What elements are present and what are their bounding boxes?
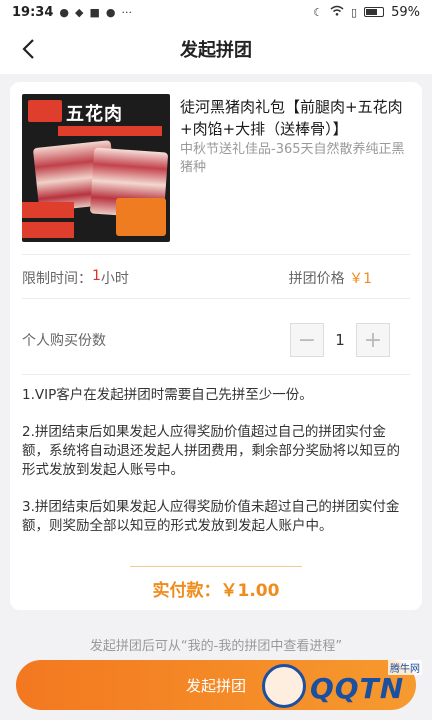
brand-logo xyxy=(28,100,62,122)
quantity-value[interactable]: 1 xyxy=(324,331,356,349)
rule-item: 3.拼团结束后如果发起人应得奖励价值未超过自己的拼团实付金额，则奖励全部以知豆的… xyxy=(22,499,400,534)
price-label: 拼团价格 xyxy=(288,271,345,287)
limit-value: 1 xyxy=(92,268,101,284)
limit-row: 限制时间： 1 小时 拼团价格 ￥1 xyxy=(22,268,410,288)
product-name: 徒河黑猪肉礼包【前腿肉+五花肉+肉馅+大排（送棒骨）】 xyxy=(180,98,403,138)
rule-item: 2.拼团结束后如果发起人应得奖励价值超过自己的拼团实付金额，系统将自动退还发起人… xyxy=(22,424,400,478)
battery-percent: 59% xyxy=(391,4,420,20)
divider xyxy=(22,374,410,375)
notification-icon: ● xyxy=(59,5,69,19)
product-subtitle: 中秋节送礼佳品-365天自然散养纯正黑猪种 xyxy=(180,142,405,175)
limit-unit: 小时 xyxy=(100,271,129,287)
limit-label: 限制时间： xyxy=(22,271,92,287)
image-tag-factory xyxy=(22,202,74,218)
order-card: 五花肉 徒河黑猪肉礼包【前腿肉+五花肉+肉馅+大排（送棒骨）】 中秋节送礼佳品-… xyxy=(10,82,422,610)
watermark-sub: 腾牛网 xyxy=(388,660,422,675)
app-icon: ■ xyxy=(89,5,100,19)
product-image-title: 五花肉 xyxy=(66,104,123,125)
divider xyxy=(22,298,410,299)
watermark-emblem xyxy=(262,664,306,708)
product-info: 徒河黑猪肉礼包【前腿肉+五花肉+肉馅+大排（送棒骨）】 中秋节送礼佳品-365天… xyxy=(170,94,410,249)
back-button[interactable] xyxy=(14,35,42,63)
wechat-icon: ● xyxy=(105,5,116,19)
sim-icon: ▯ xyxy=(351,5,358,19)
watermark-logo: QQTN 腾牛网 xyxy=(236,658,426,716)
nav-bar: 发起拼团 xyxy=(0,24,432,74)
back-arrow-icon xyxy=(22,39,34,59)
quantity-row: 个人购买份数 − 1 + xyxy=(22,320,410,360)
price-value: ￥1 xyxy=(349,271,372,287)
product-section: 五花肉 徒河黑猪肉礼包【前腿肉+五花肉+肉馅+大排（送棒骨）】 中秋节送礼佳品-… xyxy=(22,94,410,249)
chat-icon: ◆ xyxy=(75,5,84,19)
rule-item: 1.VIP客户在发起拼团时需要自己先拼至少一份。 xyxy=(22,387,313,403)
product-image[interactable]: 五花肉 xyxy=(22,94,170,242)
decrement-button[interactable]: − xyxy=(290,323,324,357)
increment-button[interactable]: + xyxy=(356,323,390,357)
more-icon: ··· xyxy=(121,5,132,19)
image-badge xyxy=(116,198,166,236)
battery-icon xyxy=(364,7,385,17)
image-tag-shipping xyxy=(22,222,74,238)
quantity-stepper: − 1 + xyxy=(290,323,390,357)
rules-section: 1.VIP客户在发起拼团时需要自己先拼至少一份。 2.拼团结束后如果发起人应得奖… xyxy=(22,386,412,554)
moon-icon: ☾ xyxy=(313,5,324,19)
payment-divider xyxy=(130,566,302,567)
image-banner xyxy=(58,126,162,136)
page-title: 发起拼团 xyxy=(180,40,252,61)
price-group: 拼团价格 ￥1 xyxy=(289,268,372,288)
wifi-icon xyxy=(330,5,344,20)
payment-total: 实付款：￥1.00 xyxy=(152,581,280,601)
quantity-label: 个人购买份数 xyxy=(22,333,106,349)
progress-hint: 发起拼团后可从“我的-我的拼团中查看进程” xyxy=(89,639,343,654)
divider xyxy=(22,254,410,255)
watermark-brand: QQTN xyxy=(310,672,405,705)
status-time: 19:34 xyxy=(12,4,54,20)
status-bar: 19:34 ● ◆ ■ ● ··· ☾ ▯ 59% xyxy=(0,0,432,24)
